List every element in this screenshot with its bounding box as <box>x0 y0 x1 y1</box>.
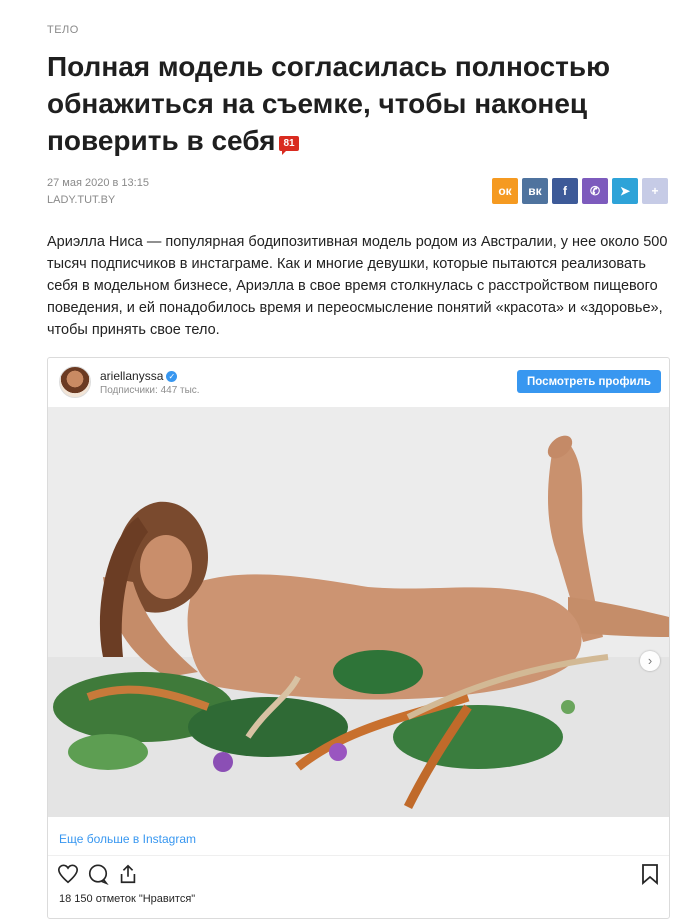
viber-icon[interactable]: ✆ <box>582 178 608 204</box>
divider <box>48 855 669 856</box>
more-on-instagram-link[interactable]: Еще больше в Instagram <box>59 832 196 846</box>
post-actions <box>57 863 139 890</box>
likes-count: 18 150 отметок "Нравится" <box>59 893 196 905</box>
vk-icon[interactable]: вк <box>522 178 548 204</box>
share-bar: ок вк f ✆ ➤ + <box>492 178 668 204</box>
comments-count-badge[interactable]: 81 <box>279 136 299 155</box>
comment-icon[interactable] <box>87 863 109 890</box>
telegram-icon[interactable]: ➤ <box>612 178 638 204</box>
verified-icon: ✓ <box>166 371 178 382</box>
more-share-icon[interactable]: + <box>642 178 668 204</box>
avatar[interactable] <box>59 366 91 398</box>
article-lead: Ариэлла Ниса — популярная бодипозитивная… <box>47 234 668 338</box>
instagram-photo[interactable]: › <box>48 407 669 817</box>
next-photo-arrow[interactable]: › <box>640 651 660 671</box>
photo-illustration <box>48 407 669 817</box>
share-icon[interactable] <box>117 863 139 890</box>
instagram-embed: ariellanyssa ✓ Подписчики: 447 тыс. Посмо… <box>47 357 670 919</box>
article-title: Полная модель согласилась полностью обна… <box>47 48 677 159</box>
publish-date: 27 мая 2020 в 13:15 <box>47 177 149 189</box>
heart-icon[interactable] <box>57 863 79 890</box>
source-label[interactable]: LADY.TUT.BY <box>47 194 115 206</box>
bookmark-icon[interactable] <box>640 863 660 890</box>
category-label[interactable]: ТЕЛО <box>47 24 79 36</box>
odnoklassniki-icon[interactable]: ок <box>492 178 518 204</box>
followers-count: Подписчики: 447 тыс. <box>100 385 200 396</box>
instagram-username[interactable]: ariellanyssa <box>100 369 163 383</box>
article-title-text: Полная модель согласилась полностью обна… <box>47 51 610 156</box>
facebook-icon[interactable]: f <box>552 178 578 204</box>
view-profile-button[interactable]: Посмотреть профиль <box>517 370 661 393</box>
instagram-username-row: ariellanyssa ✓ <box>100 369 178 383</box>
